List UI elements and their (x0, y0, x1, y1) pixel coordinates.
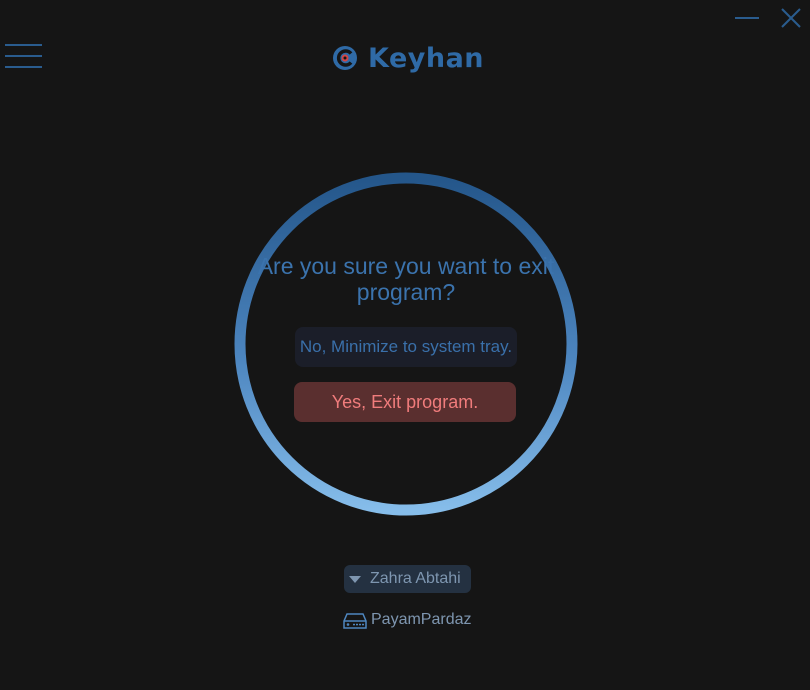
menu-line (5, 44, 42, 46)
minimize-icon[interactable] (735, 6, 761, 32)
keyhan-logo-icon (333, 46, 357, 70)
company-label: PayamPardaz (342, 609, 472, 631)
exit-program-button[interactable]: Yes, Exit program. (294, 382, 516, 422)
menu-line (5, 55, 42, 57)
user-name: Zahra Abtahi (370, 570, 461, 587)
minimize-to-tray-button[interactable]: No, Minimize to system tray. (295, 327, 517, 367)
company-name: PayamPardaz (371, 611, 472, 628)
app-window: Keyhan Are you sure you want to exit pro… (0, 0, 810, 690)
app-title: Keyhan (368, 42, 485, 74)
menu-line (5, 66, 42, 68)
hamburger-menu-icon[interactable] (5, 44, 42, 70)
exit-question: Are you sure you want to exit program? (257, 253, 555, 305)
device-icon (343, 613, 367, 629)
user-menu-button[interactable]: Zahra Abtahi (344, 565, 471, 593)
caret-down-icon (349, 576, 361, 583)
app-brand: Keyhan (332, 40, 484, 76)
close-icon[interactable] (779, 6, 805, 32)
